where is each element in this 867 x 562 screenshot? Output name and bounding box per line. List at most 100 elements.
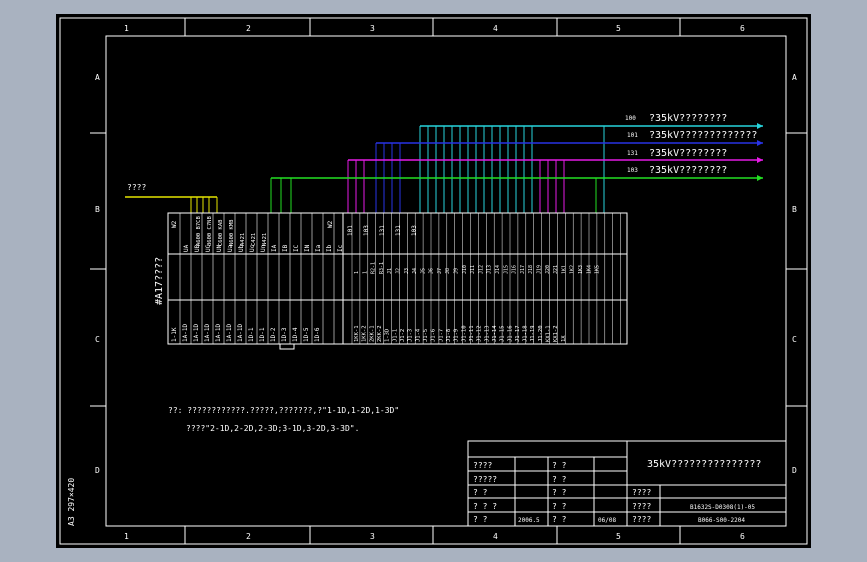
tb-bottom2-label-12: J1-8 (446, 329, 452, 342)
tb-mid-label-2: 131 (379, 225, 386, 236)
tb-row-label-5: J2 (395, 268, 401, 274)
tb-mid-label-3: 131 (395, 225, 402, 236)
tb-bottom2-label-8: J1-4 (415, 328, 421, 342)
tb-wire-label-4: A421 (240, 233, 246, 246)
tb-row-label-23: J20 (545, 265, 551, 274)
col-label-bottom-1: 1 (124, 532, 129, 541)
terminal-w-label-2: W2 (327, 220, 334, 228)
tb-top-label-10: IC (293, 244, 300, 252)
tb-top-label-11: IN (304, 244, 311, 252)
tb-row5-date: 2006.5 (518, 517, 540, 524)
tb-row-label-19: J16 (512, 265, 518, 274)
tb-row-label-13: J10 (462, 265, 468, 274)
bus-label-100: ?35kV???????? (649, 113, 727, 124)
tb-row-label-3: R3-1 (379, 262, 385, 274)
row-label-left-c: C (95, 335, 100, 344)
tb-bottom2-label-2: 2KK-1 (369, 325, 375, 342)
tb-bottom2-label-18: J1-14 (492, 325, 498, 342)
col-label-top-6: 6 (740, 24, 745, 33)
tb-row1-a: ???? (473, 461, 492, 470)
tb-top-label-13: Ib (326, 244, 333, 252)
tb-wire-label-1: B600 C7NB (207, 216, 213, 246)
tb-wire-label-2: C600 KAB (218, 219, 224, 246)
tb-row1-c: ? ? (552, 461, 567, 470)
tb-mid-label-1: 103 (363, 225, 370, 236)
tb-bottom2-label-0: 1KK-1 (354, 325, 360, 342)
tb-row-label-21: J18 (528, 265, 534, 274)
tb-row-label-1: 1 (362, 271, 368, 274)
tb-bottom2-label-26: KX1-2 (553, 325, 559, 342)
tb-bottom2-label-17: J1-13 (484, 325, 490, 342)
tb-row-label-7: J4 (412, 268, 418, 274)
tb-row-label-4: J1 (387, 268, 393, 274)
tb-bottom2-label-11: J1-7 (438, 329, 444, 342)
tb-row-label-2: R2-1 (371, 262, 377, 274)
tb-bottom-label-3: 1A-1D (204, 324, 211, 342)
tb-row-label-17: J14 (495, 265, 501, 274)
notes-line-1: ??: ????????????.?????,???????,?"1-1D,1-… (168, 406, 399, 415)
tb-top-label-14: Ic (337, 244, 344, 252)
tb-bottom2-label-27: 1X (561, 335, 567, 342)
notes-line-2: ????"2-1D,2-2D,2-3D;3-1D,3-2D,3-3D". (186, 424, 359, 433)
bus-label-131: ?35kV???????? (649, 148, 727, 159)
bus-number-101: 101 (627, 132, 638, 139)
tb-mid-label-0: 101 (347, 225, 354, 236)
tb-row3-c: ? ? (552, 488, 567, 497)
terminal-w-label-1: W2 (171, 220, 178, 228)
tb-row-label-6: J3 (404, 268, 410, 274)
col-label-top-3: 3 (370, 24, 375, 33)
tb-row2-a: ????? (473, 475, 497, 484)
col-label-top-2: 2 (246, 24, 251, 33)
tb-row-label-14: J11 (470, 265, 476, 274)
tb-bottom2-label-3: 2KK-2 (377, 325, 383, 342)
tb-bottom-label-7: 1D-1 (248, 327, 255, 342)
tb-row-label-15: J12 (478, 265, 484, 274)
tb-bottom-label-9: 1D-2 (270, 327, 277, 342)
tb-row5-sheet: 06/08 (598, 517, 616, 524)
tb-bottom-label-13: 1D-6 (314, 327, 321, 342)
tb-bottom2-label-13: J1-9 (454, 329, 460, 342)
terminal-block-title: #A17???? (154, 257, 165, 305)
tb-top-label-8: IA (271, 244, 278, 252)
tb-row5-a: ? ? (473, 515, 488, 524)
col-label-bottom-5: 5 (616, 532, 621, 541)
tb-row5-c: ? ? (552, 515, 567, 524)
bus-number-103: 103 (627, 167, 638, 174)
tb-bottom2-label-21: J1-17 (515, 325, 521, 342)
col-label-top-1: 1 (124, 24, 129, 33)
input-label: ???? (127, 183, 146, 192)
col-label-bottom-3: 3 (370, 532, 375, 541)
tb-bottom2-label-9: J1-5 (423, 329, 429, 342)
tb-wire-label-0: A600 B7CB (196, 216, 202, 246)
tb-bottom2-label-14: J1-10 (461, 325, 467, 342)
tb-row-label-0: 1 (354, 271, 360, 274)
tb-bottom-label-8: 1D-1 (259, 327, 266, 342)
drawing-number-1: B1632S-D0308(1)-05 (690, 504, 755, 511)
tb-row-label-26: 1K2 (570, 265, 576, 274)
tb-top-label-12: Ia (315, 244, 322, 252)
tb-row-label-27: 1K3 (578, 265, 584, 274)
tb-wire-label-3: N600 KMB (229, 219, 235, 246)
tb-row-label-8: J5 (420, 268, 426, 274)
row-label-left-d: D (95, 466, 100, 475)
tb-bottom2-label-7: J1-3 (408, 329, 414, 342)
tb-row3-a: ? ? (473, 488, 488, 497)
row-label-right-b: B (792, 205, 797, 214)
tb-row-label-28: 1K4 (586, 265, 592, 274)
tb-row-label-11: J8 (445, 268, 451, 274)
tb-row4-c: ? ? (552, 502, 567, 511)
row-label-right-c: C (792, 335, 797, 344)
tb-row-label-18: J15 (503, 265, 509, 274)
drawing-sheet: 1 2 3 4 5 6 1 2 3 4 5 6 A B C D A B C D … (56, 14, 811, 548)
tb-bottom2-label-24: J1-20 (538, 325, 544, 342)
tb-right-label-1: ???? (632, 488, 651, 497)
tb-bottom2-label-15: J1-11 (469, 325, 475, 342)
tb-bottom2-label-5: J1-1 (392, 329, 398, 342)
tb-bottom2-label-22: J1-18 (523, 325, 529, 342)
row-label-right-a: A (792, 73, 797, 82)
tb-row4-a: ? ? ? (473, 502, 497, 511)
col-label-bottom-4: 4 (493, 532, 498, 541)
bus-label-103: ?35kV???????? (649, 165, 727, 176)
bus-number-100: 100 (625, 115, 636, 122)
tb-bottom-label-12: 1D-5 (303, 327, 310, 342)
